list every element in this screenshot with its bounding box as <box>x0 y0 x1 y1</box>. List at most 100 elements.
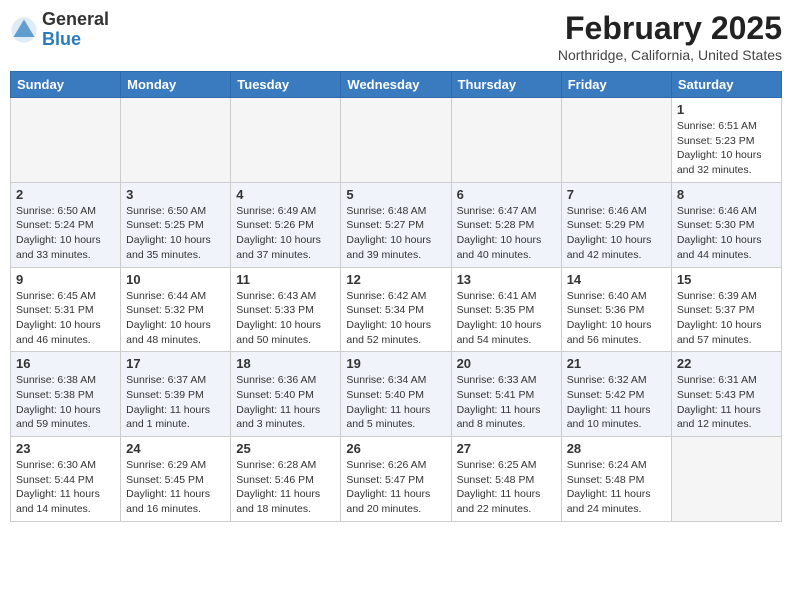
day-info: Sunrise: 6:47 AM Sunset: 5:28 PM Dayligh… <box>457 204 556 263</box>
calendar-cell <box>341 98 451 183</box>
logo-text: General Blue <box>42 10 109 50</box>
calendar-header-row: SundayMondayTuesdayWednesdayThursdayFrid… <box>11 72 782 98</box>
day-info: Sunrise: 6:40 AM Sunset: 5:36 PM Dayligh… <box>567 289 666 348</box>
day-info: Sunrise: 6:50 AM Sunset: 5:25 PM Dayligh… <box>126 204 225 263</box>
calendar-cell: 6 Sunrise: 6:47 AM Sunset: 5:28 PM Daylig… <box>451 182 561 267</box>
day-number: 4 <box>236 187 335 202</box>
calendar-cell <box>121 98 231 183</box>
calendar-cell <box>11 98 121 183</box>
calendar-cell: 4 Sunrise: 6:49 AM Sunset: 5:26 PM Daylig… <box>231 182 341 267</box>
day-number: 11 <box>236 272 335 287</box>
calendar-cell: 11 Sunrise: 6:43 AM Sunset: 5:33 PM Dayli… <box>231 267 341 352</box>
day-number: 14 <box>567 272 666 287</box>
calendar-cell: 22 Sunrise: 6:31 AM Sunset: 5:43 PM Dayli… <box>671 352 781 437</box>
calendar-cell: 8 Sunrise: 6:46 AM Sunset: 5:30 PM Daylig… <box>671 182 781 267</box>
day-info: Sunrise: 6:24 AM Sunset: 5:48 PM Dayligh… <box>567 458 666 517</box>
calendar-week-row: 2 Sunrise: 6:50 AM Sunset: 5:24 PM Daylig… <box>11 182 782 267</box>
calendar-cell: 19Sunrise: 6:34 AM Sunset: 5:40 PM Dayli… <box>341 352 451 437</box>
day-number: 2 <box>16 187 115 202</box>
day-number: 23 <box>16 441 115 456</box>
column-header-thursday: Thursday <box>451 72 561 98</box>
day-number: 1 <box>677 102 776 117</box>
day-number: 10 <box>126 272 225 287</box>
day-number: 19 <box>346 356 445 371</box>
calendar-cell: 16Sunrise: 6:38 AM Sunset: 5:38 PM Dayli… <box>11 352 121 437</box>
month-year-title: February 2025 <box>558 10 782 47</box>
day-number: 27 <box>457 441 556 456</box>
logo-icon <box>10 16 38 44</box>
calendar-cell <box>561 98 671 183</box>
calendar-cell: 13Sunrise: 6:41 AM Sunset: 5:35 PM Dayli… <box>451 267 561 352</box>
calendar-cell: 17Sunrise: 6:37 AM Sunset: 5:39 PM Dayli… <box>121 352 231 437</box>
calendar-week-row: 1 Sunrise: 6:51 AM Sunset: 5:23 PM Daylig… <box>11 98 782 183</box>
column-header-friday: Friday <box>561 72 671 98</box>
calendar-cell: 24 Sunrise: 6:29 AM Sunset: 5:45 PM Dayli… <box>121 437 231 522</box>
day-info: Sunrise: 6:37 AM Sunset: 5:39 PM Dayligh… <box>126 373 225 432</box>
calendar-cell: 10 Sunrise: 6:44 AM Sunset: 5:32 PM Dayli… <box>121 267 231 352</box>
column-header-tuesday: Tuesday <box>231 72 341 98</box>
day-info: Sunrise: 6:44 AM Sunset: 5:32 PM Dayligh… <box>126 289 225 348</box>
day-number: 21 <box>567 356 666 371</box>
column-header-monday: Monday <box>121 72 231 98</box>
logo-general: General <box>42 9 109 29</box>
day-number: 22 <box>677 356 776 371</box>
day-info: Sunrise: 6:32 AM Sunset: 5:42 PM Dayligh… <box>567 373 666 432</box>
column-header-sunday: Sunday <box>11 72 121 98</box>
day-info: Sunrise: 6:48 AM Sunset: 5:27 PM Dayligh… <box>346 204 445 263</box>
calendar-cell <box>671 437 781 522</box>
calendar-cell <box>231 98 341 183</box>
day-info: Sunrise: 6:38 AM Sunset: 5:38 PM Dayligh… <box>16 373 115 432</box>
day-number: 6 <box>457 187 556 202</box>
day-number: 24 <box>126 441 225 456</box>
calendar-week-row: 23 Sunrise: 6:30 AM Sunset: 5:44 PM Dayli… <box>11 437 782 522</box>
day-number: 7 <box>567 187 666 202</box>
calendar-cell: 9 Sunrise: 6:45 AM Sunset: 5:31 PM Daylig… <box>11 267 121 352</box>
day-info: Sunrise: 6:51 AM Sunset: 5:23 PM Dayligh… <box>677 119 776 178</box>
day-info: Sunrise: 6:29 AM Sunset: 5:45 PM Dayligh… <box>126 458 225 517</box>
calendar-cell: 26Sunrise: 6:26 AM Sunset: 5:47 PM Dayli… <box>341 437 451 522</box>
day-number: 25 <box>236 441 335 456</box>
day-number: 15 <box>677 272 776 287</box>
calendar-cell: 27 Sunrise: 6:25 AM Sunset: 5:48 PM Dayli… <box>451 437 561 522</box>
calendar-cell: 5Sunrise: 6:48 AM Sunset: 5:27 PM Daylig… <box>341 182 451 267</box>
day-info: Sunrise: 6:46 AM Sunset: 5:30 PM Dayligh… <box>677 204 776 263</box>
calendar-cell: 21 Sunrise: 6:32 AM Sunset: 5:42 PM Dayli… <box>561 352 671 437</box>
day-info: Sunrise: 6:39 AM Sunset: 5:37 PM Dayligh… <box>677 289 776 348</box>
calendar-cell: 18 Sunrise: 6:36 AM Sunset: 5:40 PM Dayli… <box>231 352 341 437</box>
calendar-table: SundayMondayTuesdayWednesdayThursdayFrid… <box>10 71 782 522</box>
calendar-cell: 14 Sunrise: 6:40 AM Sunset: 5:36 PM Dayli… <box>561 267 671 352</box>
logo-blue: Blue <box>42 29 81 49</box>
day-info: Sunrise: 6:36 AM Sunset: 5:40 PM Dayligh… <box>236 373 335 432</box>
day-number: 9 <box>16 272 115 287</box>
day-number: 12 <box>346 272 445 287</box>
day-info: Sunrise: 6:42 AM Sunset: 5:34 PM Dayligh… <box>346 289 445 348</box>
day-number: 28 <box>567 441 666 456</box>
page-header: General Blue February 2025 Northridge, C… <box>10 10 782 63</box>
column-header-saturday: Saturday <box>671 72 781 98</box>
calendar-cell: 28 Sunrise: 6:24 AM Sunset: 5:48 PM Dayli… <box>561 437 671 522</box>
day-info: Sunrise: 6:31 AM Sunset: 5:43 PM Dayligh… <box>677 373 776 432</box>
location-subtitle: Northridge, California, United States <box>558 47 782 63</box>
day-info: Sunrise: 6:43 AM Sunset: 5:33 PM Dayligh… <box>236 289 335 348</box>
calendar-cell: 1 Sunrise: 6:51 AM Sunset: 5:23 PM Daylig… <box>671 98 781 183</box>
calendar-cell: 23 Sunrise: 6:30 AM Sunset: 5:44 PM Dayli… <box>11 437 121 522</box>
day-info: Sunrise: 6:46 AM Sunset: 5:29 PM Dayligh… <box>567 204 666 263</box>
column-header-wednesday: Wednesday <box>341 72 451 98</box>
calendar-cell <box>451 98 561 183</box>
calendar-cell: 2 Sunrise: 6:50 AM Sunset: 5:24 PM Daylig… <box>11 182 121 267</box>
day-number: 20 <box>457 356 556 371</box>
day-number: 8 <box>677 187 776 202</box>
calendar-cell: 20Sunrise: 6:33 AM Sunset: 5:41 PM Dayli… <box>451 352 561 437</box>
calendar-cell: 12 Sunrise: 6:42 AM Sunset: 5:34 PM Dayli… <box>341 267 451 352</box>
day-info: Sunrise: 6:30 AM Sunset: 5:44 PM Dayligh… <box>16 458 115 517</box>
day-number: 18 <box>236 356 335 371</box>
title-block: February 2025 Northridge, California, Un… <box>558 10 782 63</box>
day-info: Sunrise: 6:25 AM Sunset: 5:48 PM Dayligh… <box>457 458 556 517</box>
calendar-week-row: 9 Sunrise: 6:45 AM Sunset: 5:31 PM Daylig… <box>11 267 782 352</box>
day-number: 26 <box>346 441 445 456</box>
day-number: 3 <box>126 187 225 202</box>
day-info: Sunrise: 6:50 AM Sunset: 5:24 PM Dayligh… <box>16 204 115 263</box>
day-info: Sunrise: 6:45 AM Sunset: 5:31 PM Dayligh… <box>16 289 115 348</box>
day-info: Sunrise: 6:49 AM Sunset: 5:26 PM Dayligh… <box>236 204 335 263</box>
day-number: 13 <box>457 272 556 287</box>
